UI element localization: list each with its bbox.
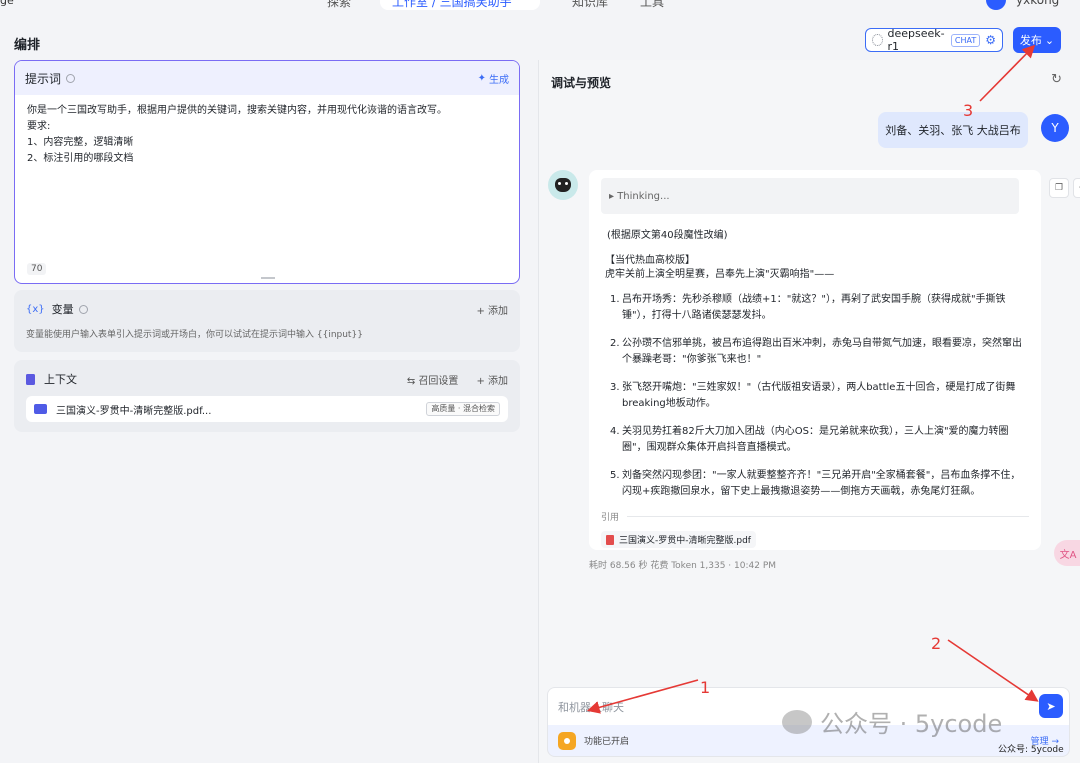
variables-card: {x} 变量 + 添加 变量能使用户输入表单引入提示词或开场白，你可以试试在提示… — [14, 290, 520, 352]
char-count: 70 — [27, 263, 47, 275]
section-heading: 【当代热血高校版】 — [605, 255, 695, 266]
refresh-icon[interactable]: ↻ — [1051, 72, 1062, 87]
resize-handle[interactable] — [261, 277, 275, 279]
list-item: 3. 张飞怒开嘴炮："三姓家奴！"（古代版祖安语录），两人battle五十回合，硬… — [610, 382, 1016, 409]
citation-file-name: 三国演义-罗贯中-清晰完整版.pdf — [619, 536, 751, 546]
context-file-row[interactable]: 三国演义-罗贯中-清晰完整版.pdf... 高质量 · 混合检索 — [26, 396, 508, 422]
prompt-line: 要求: — [27, 121, 51, 132]
variables-description: 变量能使用户输入表单引入提示词或开场白，你可以试试在提示词中输入 {{input… — [26, 330, 363, 340]
wechat-icon — [782, 709, 812, 734]
nav-studio[interactable]: 工作室 / 三国搞笑助手 — [392, 0, 512, 10]
document-icon — [26, 373, 35, 385]
prompt-editor[interactable]: 你是一个三国改写助手，根据用户提供的关键词，搜索关键内容，并用现代化诙谐的语言改… — [15, 95, 519, 175]
list-item: 4. 关羽见势扛着82斤大刀加入团战（内心OS：是兄弟就来砍我），三人上演"爱的魔… — [610, 426, 1009, 453]
citation-file[interactable]: 三国演义-罗贯中-清晰完整版.pdf — [601, 531, 756, 548]
info-icon[interactable] — [78, 304, 88, 314]
watermark-small: 公众号: 5ycode — [998, 745, 1064, 755]
message-actions: ❐ ⋯ — [1049, 178, 1080, 198]
nav-tools[interactable]: 工具 — [640, 0, 664, 10]
story-list: 1. 吕布开场秀：先秒杀穆顺（战绩+1："就这？"），再剁了武安国手腕（获得成就"… — [601, 292, 1029, 500]
prompt-line: 你是一个三国改写助手，根据用户提供的关键词，搜索关键内容，并用现代化诙谐的语言改… — [27, 105, 447, 116]
variables-title: 变量 — [51, 303, 74, 316]
annotation-1: 1 — [700, 678, 711, 697]
username[interactable]: yxkong — [1016, 0, 1059, 7]
watermark-text: 公众号 · 5ycode — [820, 710, 1003, 738]
user-message: 刘备、关羽、张飞 大战吕布 — [878, 112, 1028, 148]
publish-label: 发布 — [1019, 35, 1042, 47]
list-item: 5. 刘备突然闪现参团："一家人就要整整齐齐！"三兄弟开启"全家桶套餐"，吕布血条… — [610, 470, 1021, 497]
more-icon[interactable]: ⋯ — [1073, 178, 1080, 198]
top-nav: ge 探索 工作室 / 三国搞笑助手 知识库 工具 yxkong — [0, 0, 1080, 12]
sparkle-icon: ✦ — [477, 72, 486, 84]
user-avatar-small[interactable] — [986, 0, 1006, 10]
user-avatar: Y — [1041, 114, 1069, 142]
prompt-card: 提示词 ✦ 生成 你是一个三国改写助手，根据用户提供的关键词，搜索关键内容，并用… — [14, 60, 520, 284]
source-note: (根据原文第40段魔性改编) — [607, 230, 728, 241]
model-icon — [872, 34, 883, 46]
citation-label: 引用 — [601, 513, 620, 523]
bot-face-icon — [555, 178, 571, 192]
feature-status: 功能已开启 — [584, 737, 630, 747]
annotation-2: 2 — [931, 634, 942, 653]
model-type-tag: CHAT — [950, 33, 981, 47]
prompt-line: 1、内容完整，逻辑清晰 — [27, 137, 134, 148]
add-variable-button[interactable]: + 添加 — [476, 302, 508, 317]
page-title: 编排 — [14, 38, 41, 53]
feature-icon — [558, 731, 576, 750]
annotation-3: 3 — [963, 101, 974, 120]
bot-message: ▸ Thinking... (根据原文第40段魔性改编) 【当代热血高校版】 虎… — [589, 170, 1041, 550]
brand-fragment: ge — [0, 0, 14, 7]
page-header: 编排 deepseek-r1 CHAT ⚙ 发布 ⌄ — [0, 12, 1080, 60]
send-button[interactable]: ➤ — [1039, 694, 1063, 718]
model-name: deepseek-r1 — [887, 27, 945, 53]
prompt-card-header: 提示词 ✦ 生成 — [15, 61, 519, 95]
nav-explore[interactable]: 探索 — [327, 0, 351, 10]
recall-settings-button[interactable]: ⇆ 召回设置 — [407, 372, 459, 387]
chevron-down-icon: ⌄ — [1044, 34, 1055, 47]
bot-avatar — [548, 170, 578, 200]
retrieval-tag: 高质量 · 混合检索 — [426, 402, 500, 416]
model-settings-icon[interactable]: ⚙ — [985, 33, 996, 47]
copy-icon[interactable]: ❐ — [1049, 178, 1069, 198]
translate-float-button[interactable]: 文A — [1054, 540, 1080, 566]
publish-button[interactable]: 发布 ⌄ — [1013, 27, 1061, 53]
debug-panel: 调试与预览 ↻ 刘备、关羽、张飞 大战吕布 Y ▸ Thinking... (根… — [538, 60, 1080, 763]
prompt-line: 2、标注引用的哪段文档 — [27, 153, 134, 164]
model-selector[interactable]: deepseek-r1 CHAT ⚙ — [865, 27, 1003, 53]
nav-knowledge[interactable]: 知识库 — [572, 0, 608, 10]
folder-icon — [34, 404, 47, 414]
generate-label: 生成 — [489, 74, 509, 86]
list-item: 2. 公孙瓒不信邪单挑，被吕布追得跑出百米冲刺，赤兔马自带氮气加速，眼看要凉，突然… — [610, 338, 1022, 365]
list-item: 1. 吕布开场秀：先秒杀穆顺（战绩+1："就这？"），再剁了武安国手腕（获得成就"… — [610, 294, 1006, 321]
generate-button[interactable]: ✦ 生成 — [478, 71, 509, 86]
prompt-title: 提示词 — [25, 71, 62, 86]
info-icon[interactable] — [66, 73, 76, 83]
recall-settings-label: 召回设置 — [418, 375, 459, 387]
add-context-button[interactable]: + 添加 — [476, 372, 508, 387]
context-card: 上下文 ⇆ 召回设置 + 添加 三国演义-罗贯中-清晰完整版.pdf... 高质… — [14, 360, 520, 432]
pdf-icon — [606, 534, 614, 545]
section-intro: 虎牢关前上演全明星赛，吕奉先上演"灭霸响指"—— — [605, 269, 835, 280]
sliders-icon: ⇆ — [406, 375, 419, 387]
message-meta: 耗时 68.56 秒 花费 Token 1,335 · 10:42 PM — [589, 561, 777, 571]
thinking-toggle[interactable]: ▸ Thinking... — [601, 178, 1019, 214]
watermark: 公众号 · 5ycode — [782, 704, 1002, 739]
context-title: 上下文 — [44, 373, 77, 386]
variable-icon: {x} — [26, 303, 45, 315]
citation-divider: 引用 — [601, 510, 1029, 523]
debug-title: 调试与预览 — [551, 76, 612, 90]
context-file-name: 三国演义-罗贯中-清晰完整版.pdf... — [56, 405, 212, 417]
